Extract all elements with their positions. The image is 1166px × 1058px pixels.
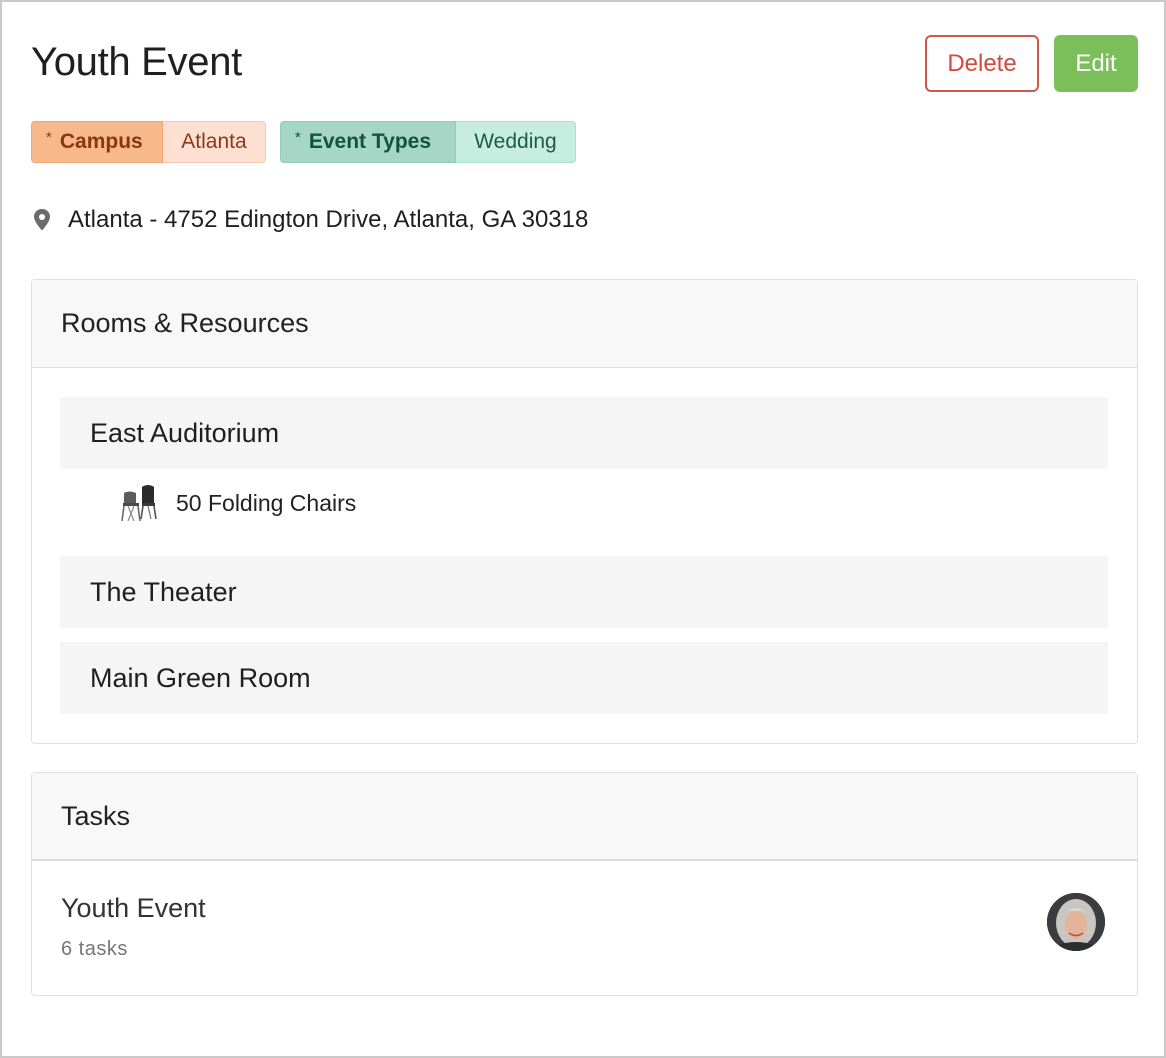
event-detail-panel: Youth Event Delete Edit * Campus Atlanta…	[0, 0, 1166, 1058]
campus-tag: * Campus Atlanta	[31, 121, 266, 163]
required-marker: *	[46, 128, 52, 146]
edit-button[interactable]: Edit	[1054, 35, 1138, 92]
event-types-tag-key: * Event Types	[280, 121, 456, 163]
rooms-resources-card: Rooms & Resources East Auditorium 50 Fol…	[31, 279, 1138, 744]
event-types-tag: * Event Types Wedding	[280, 121, 576, 163]
tasks-card: Tasks Youth Event 6 tasks	[31, 772, 1138, 996]
room-item[interactable]: The Theater	[60, 556, 1108, 628]
task-list-title: Youth Event	[61, 893, 206, 923]
rooms-resources-header: Rooms & Resources	[32, 280, 1137, 368]
event-location: Atlanta - 4752 Edington Drive, Atlanta, …	[31, 206, 588, 234]
task-list-item[interactable]: Youth Event 6 tasks	[61, 893, 206, 961]
campus-tag-label: Campus	[59, 130, 143, 153]
location-text: Atlanta - 4752 Edington Drive, Atlanta, …	[68, 206, 589, 233]
campus-tag-value: Atlanta	[163, 121, 266, 163]
event-types-tag-value: Wedding	[456, 121, 576, 163]
map-pin-icon	[34, 209, 50, 231]
campus-tag-key: * Campus	[31, 121, 163, 163]
page-title: Youth Event	[31, 40, 242, 84]
required-marker: *	[295, 128, 301, 146]
task-count: 6 tasks	[61, 938, 128, 960]
event-types-tag-label: Event Types	[308, 130, 431, 153]
resource-label: 50 Folding Chairs	[176, 489, 357, 516]
resource-item[interactable]: 50 Folding Chairs	[120, 483, 356, 523]
room-item[interactable]: East Auditorium	[60, 397, 1108, 469]
avatar[interactable]	[1047, 893, 1105, 951]
delete-button[interactable]: Delete	[925, 35, 1039, 92]
tasks-header: Tasks	[32, 773, 1137, 861]
user-photo-icon	[1047, 893, 1105, 951]
room-item[interactable]: Main Green Room	[60, 642, 1108, 714]
folding-chairs-icon	[121, 485, 157, 522]
